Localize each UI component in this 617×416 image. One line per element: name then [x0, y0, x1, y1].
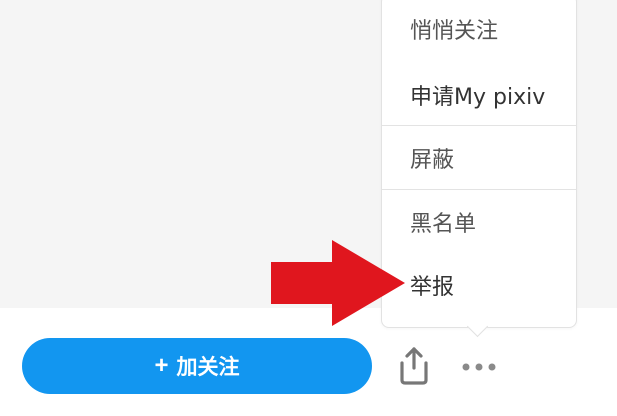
plus-icon: +	[154, 352, 169, 379]
menu-item-label: 申请My pixiv	[410, 85, 546, 110]
menu-item-label: 举报	[410, 275, 455, 300]
follow-button-label: 加关注	[176, 356, 240, 379]
menu-item-private-follow[interactable]: 悄悄关注	[382, 0, 576, 59]
red-arrow-annotation	[271, 240, 405, 326]
menu-divider	[382, 189, 576, 190]
share-icon	[400, 347, 428, 385]
menu-item-blacklist[interactable]: 黑名单	[382, 192, 576, 252]
menu-item-report[interactable]: 举报	[382, 255, 576, 315]
menu-divider	[382, 125, 576, 126]
menu-item-label: 黑名单	[410, 212, 477, 237]
follow-button[interactable]: + 加关注	[22, 338, 372, 394]
menu-item-label: 悄悄关注	[410, 19, 499, 44]
share-button[interactable]	[396, 344, 432, 386]
more-button[interactable]	[458, 352, 500, 382]
more-menu: 悄悄关注 申请My pixiv 屏蔽 黑名单 举报	[381, 0, 577, 328]
more-icon	[462, 363, 496, 371]
menu-item-mypixiv-request[interactable]: 申请My pixiv	[382, 65, 576, 125]
menu-item-label: 屏蔽	[410, 148, 455, 173]
menu-item-mute[interactable]: 屏蔽	[382, 128, 576, 188]
